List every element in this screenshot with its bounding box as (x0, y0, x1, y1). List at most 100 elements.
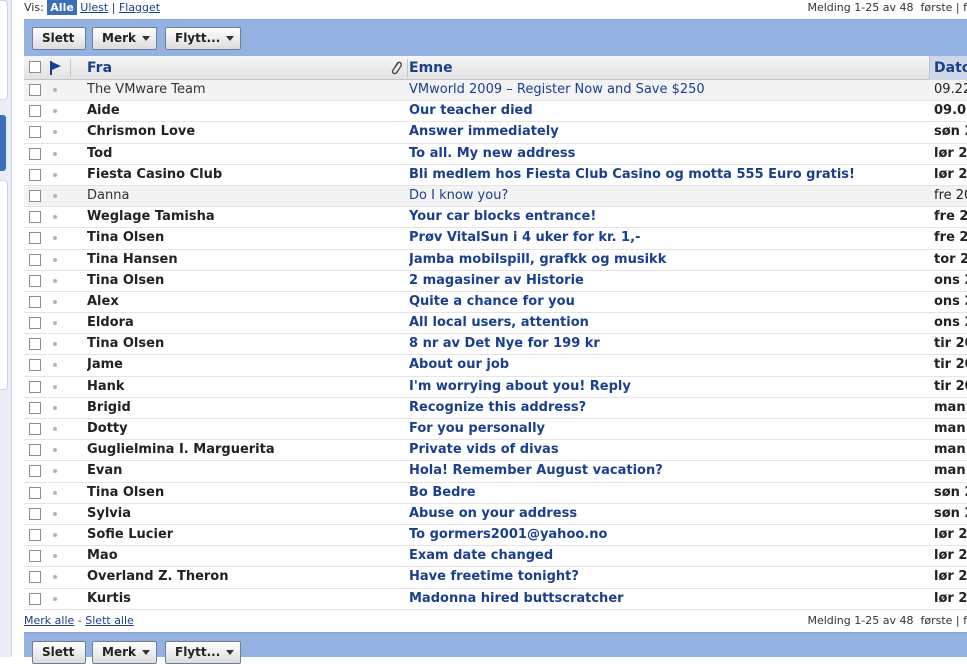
row-subject[interactable]: Answer immediately (409, 122, 929, 142)
row-sender[interactable]: Chrismon Love (87, 122, 387, 142)
table-row[interactable]: Fiesta Casino Club Bli medlem hos Fiesta … (24, 164, 967, 186)
row-sender[interactable]: Hank (87, 377, 387, 397)
row-checkbox[interactable] (29, 465, 41, 478)
row-subject[interactable]: Bo Bedre (409, 483, 929, 503)
status-dot-icon[interactable] (53, 427, 57, 431)
table-row[interactable]: Sylvia Abuse on your address søn 2 (24, 503, 967, 525)
table-row[interactable]: Eldora All local users, attention ons 2 (24, 313, 967, 335)
row-subject[interactable]: Prøv VitalSun i 4 uker for kr. 1,- (409, 228, 929, 248)
table-row[interactable]: Evan Hola! Remember August vacation? man 2 (24, 461, 967, 483)
table-row[interactable]: Tina Hansen Jamba mobilspill, grafkk og m… (24, 249, 967, 271)
table-row[interactable]: Mao Exam date changed lør 20 (24, 546, 967, 568)
filter-all[interactable]: Alle (47, 0, 77, 15)
row-sender[interactable]: Sylvia (87, 504, 387, 524)
row-subject[interactable]: Our teacher died (409, 101, 929, 121)
status-dot-icon[interactable] (53, 532, 57, 537)
table-row[interactable]: Kurtis Madonna hired buttscratcher lør 20 (24, 588, 967, 610)
sidebar-tab[interactable] (0, 0, 8, 100)
sidebar-tab[interactable] (0, 180, 8, 390)
row-checkbox[interactable] (29, 507, 41, 520)
status-dot-icon[interactable] (53, 448, 57, 453)
row-subject[interactable]: Have freetime tonight? (409, 567, 929, 587)
filter-unread[interactable]: Ulest (80, 1, 108, 14)
next-page-link[interactable]: f (963, 1, 967, 14)
row-checkbox[interactable] (29, 380, 41, 393)
row-checkbox[interactable] (29, 359, 41, 372)
table-row[interactable]: Weglage Tamisha Your car blocks entrance!… (24, 207, 967, 229)
row-checkbox[interactable] (29, 571, 41, 584)
status-dot-icon[interactable] (53, 384, 57, 389)
row-subject[interactable]: Do I know you? (409, 186, 929, 206)
row-subject[interactable]: Hola! Remember August vacation? (409, 461, 929, 481)
row-subject[interactable]: Quite a chance for you (409, 292, 929, 312)
row-sender[interactable]: Tina Olsen (87, 228, 387, 248)
status-dot-icon[interactable] (53, 321, 57, 326)
table-row[interactable]: Hank I'm worrying about you! Reply tir 20 (24, 376, 967, 398)
row-subject[interactable]: Recognize this address? (409, 398, 929, 418)
first-page-link[interactable]: første (920, 614, 952, 627)
row-checkbox[interactable] (29, 338, 41, 351)
delete-button[interactable]: Slett (32, 27, 86, 50)
status-dot-icon[interactable] (53, 575, 57, 580)
row-sender[interactable]: Alex (87, 292, 387, 312)
move-dropdown-button[interactable]: Flytt... (165, 641, 241, 664)
column-date[interactable]: Dato (929, 56, 967, 80)
table-row[interactable]: Alex Quite a chance for you ons 2 (24, 291, 967, 314)
row-sender[interactable]: Eldora (87, 313, 387, 333)
row-subject[interactable]: Private vids of divas (409, 440, 929, 460)
row-subject[interactable]: Your car blocks entrance! (409, 207, 929, 227)
column-subject[interactable]: Emne (409, 56, 453, 80)
table-row[interactable]: Danna Do I know you? fre 20 (24, 185, 967, 208)
table-row[interactable]: Sofie Lucier To gormers2001@yahoo.no lør 2… (24, 524, 967, 547)
table-row[interactable]: Dotty For you personally man 2 (24, 419, 967, 441)
status-dot-icon[interactable] (53, 257, 57, 262)
status-dot-icon[interactable] (53, 596, 57, 601)
row-subject[interactable]: To all. My new address (409, 144, 929, 164)
table-row[interactable]: Guglielmina I. Marguerita Private vids of… (24, 440, 967, 462)
row-subject[interactable]: 8 nr av Det Nye for 199 kr (409, 334, 929, 354)
row-sender[interactable]: Dotty (87, 419, 387, 439)
row-subject[interactable]: I'm worrying about you! Reply (409, 377, 929, 397)
row-subject[interactable]: To gormers2001@yahoo.no (409, 525, 929, 545)
status-dot-icon[interactable] (53, 236, 57, 241)
table-row[interactable]: The VMware Team VMworld 2009 – Register N… (24, 80, 967, 102)
row-sender[interactable]: Sofie Lucier (87, 525, 387, 545)
row-checkbox[interactable] (29, 550, 41, 563)
row-checkbox[interactable] (29, 232, 41, 245)
table-row[interactable]: Tina Olsen 2 magasiner av Historie ons 2 (24, 270, 967, 292)
table-row[interactable]: Tina Olsen Bo Bedre søn 2 (24, 482, 967, 504)
table-row[interactable]: Tina Olsen Prøv VitalSun i 4 uker for kr.… (24, 228, 967, 250)
row-checkbox[interactable] (29, 211, 41, 224)
row-subject[interactable]: VMworld 2009 – Register Now and Save $25… (409, 80, 929, 100)
row-checkbox[interactable] (29, 274, 41, 287)
row-checkbox[interactable] (29, 444, 41, 457)
row-sender[interactable]: Fiesta Casino Club (87, 165, 387, 185)
status-dot-icon[interactable] (53, 469, 57, 474)
status-dot-icon[interactable] (53, 172, 57, 177)
row-sender[interactable]: Guglielmina I. Marguerita (87, 440, 387, 460)
flag-icon[interactable] (50, 61, 61, 75)
row-checkbox[interactable] (29, 105, 41, 118)
row-sender[interactable]: Jame (87, 355, 387, 375)
row-subject[interactable]: For you personally (409, 419, 929, 439)
row-checkbox[interactable] (29, 423, 41, 435)
row-subject[interactable]: 2 magasiner av Historie (409, 271, 929, 291)
row-sender[interactable]: Overland Z. Theron (87, 567, 387, 587)
status-dot-icon[interactable] (53, 405, 57, 410)
sidebar-tab-active[interactable] (0, 115, 6, 171)
status-dot-icon[interactable] (53, 342, 57, 347)
row-checkbox[interactable] (29, 84, 41, 96)
column-from[interactable]: Fra (87, 56, 112, 80)
mark-all-link[interactable]: Merk alle (24, 614, 74, 627)
row-subject[interactable]: Madonna hired buttscratcher (409, 589, 929, 609)
row-sender[interactable]: Evan (87, 461, 387, 481)
mark-dropdown-button[interactable]: Merk (92, 27, 157, 50)
row-sender[interactable]: Tina Hansen (87, 250, 387, 270)
paperclip-icon[interactable] (389, 60, 403, 76)
mark-dropdown-button[interactable]: Merk (92, 641, 157, 664)
status-dot-icon[interactable] (53, 88, 57, 92)
row-sender[interactable]: Weglage Tamisha (87, 207, 387, 227)
table-row[interactable]: Tod To all. My new address lør 20 (24, 143, 967, 165)
delete-all-link[interactable]: Slett alle (85, 614, 134, 627)
status-dot-icon[interactable] (53, 278, 57, 283)
